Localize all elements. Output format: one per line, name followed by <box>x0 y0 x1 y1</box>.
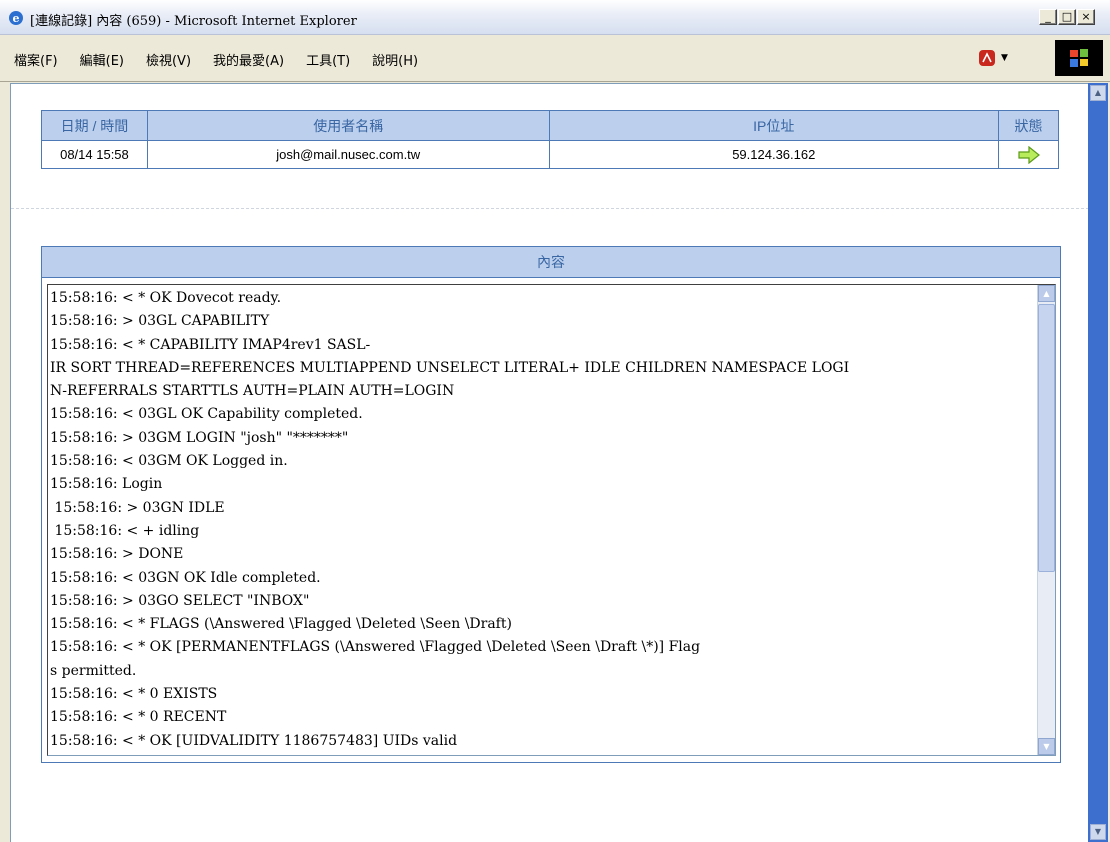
log-line: N-REFERRALS STARTTLS AUTH=PLAIN AUTH=LOG… <box>50 383 455 400</box>
page-viewport: 日期 / 時間 使用者名稱 IP位址 狀態 08/14 15:58 josh@m… <box>10 83 1088 842</box>
log-line: s permitted. <box>50 662 137 679</box>
column-header-username: 使用者名稱 <box>146 110 550 141</box>
pdf-button[interactable]: ▼ <box>977 47 1015 69</box>
log-line: 15:58:16: > 03GO SELECT "INBOX" <box>50 592 310 609</box>
column-header-status: 狀態 <box>998 110 1059 141</box>
menu-bar: 檔案(F) 編輯(E) 檢視(V) 我的最愛(A) 工具(T) 說明(H) ▼ <box>0 35 1110 82</box>
log-line: 15:58:16: < * 0 EXISTS <box>50 686 218 703</box>
log-line: 15:58:16: > 03GM LOGIN "josh" "*******" <box>50 429 349 446</box>
log-scrollbar[interactable]: ▲ ▼ <box>1037 285 1055 755</box>
menu-edit[interactable]: 編輯(E) <box>80 50 124 69</box>
log-line: 15:58:16: > 03GN IDLE <box>50 499 225 516</box>
log-line: 15:58:16: < * 0 RECENT <box>50 709 227 726</box>
cell-datetime: 08/14 15:58 <box>41 140 148 169</box>
content-header: 內容 <box>42 247 1060 278</box>
log-line: 15:58:16: < * OK [PERMANENTFLAGS (\Answe… <box>50 639 701 656</box>
content-panel: 內容 15:58:16: < * OK Dovecot ready. 15:58:… <box>41 246 1061 763</box>
log-line: 15:58:16: < 03GN OK Idle completed. <box>50 569 321 586</box>
maximize-icon[interactable]: □ <box>1058 9 1076 25</box>
cell-status <box>998 140 1059 169</box>
window-titlebar: e [連線記錄] 內容 (659) - Microsoft Internet E… <box>0 0 1110 35</box>
log-line: 15:58:16: < * CAPABILITY IMAP4rev1 SASL- <box>50 336 371 353</box>
log-line: 15:58:16: < 03GL OK Capability completed… <box>50 406 363 423</box>
svg-text:e: e <box>13 12 20 25</box>
log-text: 15:58:16: < * OK Dovecot ready. 15:58:16:… <box>50 287 1035 753</box>
log-line: 15:58:16: > DONE <box>50 546 184 563</box>
scroll-up-icon[interactable]: ▲ <box>1038 285 1055 302</box>
menu-tools[interactable]: 工具(T) <box>306 50 350 69</box>
chevron-down-icon: ▼ <box>1001 53 1008 63</box>
minimize-icon[interactable]: _ <box>1039 9 1057 25</box>
close-icon[interactable]: × <box>1077 9 1095 25</box>
page-scrollbar[interactable]: ▲ ▼ <box>1088 83 1108 842</box>
column-header-datetime: 日期 / 時間 <box>41 110 148 141</box>
log-line: 15:58:16: < 03GM OK Logged in. <box>50 453 288 470</box>
menu-favorites[interactable]: 我的最愛(A) <box>213 50 284 69</box>
page-scroll-down-icon[interactable]: ▼ <box>1090 824 1106 840</box>
cell-username: josh@mail.nusec.com.tw <box>146 140 550 169</box>
scroll-down-icon[interactable]: ▼ <box>1038 738 1055 755</box>
cell-ip: 59.124.36.162 <box>548 140 1000 169</box>
column-header-ip: IP位址 <box>548 110 1000 141</box>
session-table: 日期 / 時間 使用者名稱 IP位址 狀態 08/14 15:58 josh@m… <box>41 110 1059 169</box>
page-scroll-up-icon[interactable]: ▲ <box>1090 85 1106 101</box>
log-line: 15:58:16: < * OK Dovecot ready. <box>50 290 282 306</box>
log-line: IR SORT THREAD=REFERENCES MULTIAPPEND UN… <box>50 359 850 376</box>
log-line: 15:58:16: < + idling <box>50 522 200 539</box>
green-arrow-right-icon[interactable] <box>1017 145 1041 164</box>
menu-file[interactable]: 檔案(F) <box>14 50 58 69</box>
internet-explorer-icon: e <box>9 11 23 25</box>
log-line: 15:58:16: Login <box>50 476 163 493</box>
window-title: [連線記錄] 內容 (659) - Microsoft Internet Exp… <box>30 14 357 29</box>
log-line: 15:58:16: < * FLAGS (\Answered \Flagged … <box>50 616 512 633</box>
menu-view[interactable]: 檢視(V) <box>146 50 191 69</box>
scroll-thumb[interactable] <box>1038 304 1055 572</box>
log-line: 15:58:16: < * OK [UIDVALIDITY 1186757483… <box>50 732 458 749</box>
pdf-icon <box>979 50 995 66</box>
table-row: 08/14 15:58 josh@mail.nusec.com.tw 59.12… <box>41 140 1059 169</box>
windows-logo-icon <box>1055 40 1103 76</box>
log-line: 15:58:16: > 03GL CAPABILITY <box>50 313 270 330</box>
menu-help[interactable]: 說明(H) <box>372 50 418 69</box>
section-divider <box>11 208 1088 209</box>
table-header-row: 日期 / 時間 使用者名稱 IP位址 狀態 <box>41 110 1059 141</box>
log-textarea[interactable]: 15:58:16: < * OK Dovecot ready. 15:58:16:… <box>47 284 1056 756</box>
